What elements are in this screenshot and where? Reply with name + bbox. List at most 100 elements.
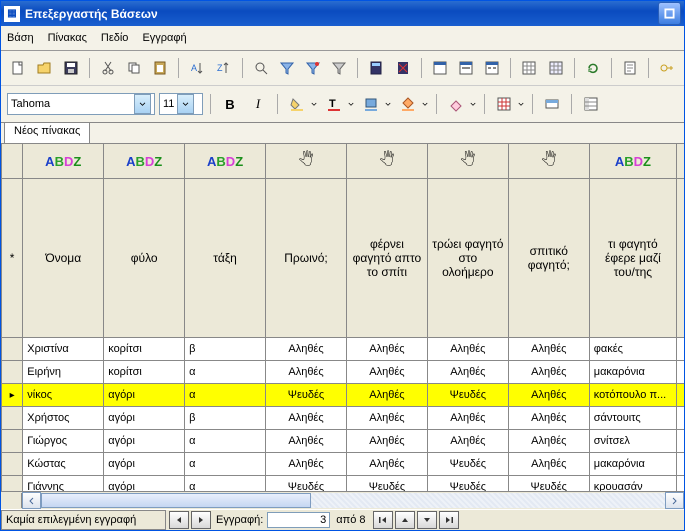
- cell[interactable]: Γιάννης: [23, 476, 104, 492]
- nav-first-button[interactable]: [373, 511, 393, 529]
- cell[interactable]: Αληθές: [508, 361, 589, 384]
- fillcolor-dropdown[interactable]: [311, 98, 318, 110]
- sort-desc-button[interactable]: Z: [212, 56, 234, 80]
- cell[interactable]: α: [185, 430, 266, 453]
- col-name-5[interactable]: τρώει φαγητό στο ολοήμερο: [427, 179, 508, 338]
- cell[interactable]: κρουασάν: [589, 476, 676, 492]
- cell[interactable]: μακαρόνια: [589, 453, 676, 476]
- key-button[interactable]: [656, 56, 678, 80]
- form3-button[interactable]: [481, 56, 503, 80]
- save-button[interactable]: [59, 56, 81, 80]
- open-button[interactable]: [33, 56, 55, 80]
- cell[interactable]: α: [185, 476, 266, 492]
- fillcolor-button[interactable]: [285, 92, 309, 116]
- cell[interactable]: Αληθές: [346, 430, 427, 453]
- menu-record[interactable]: Εγγραφή: [142, 32, 186, 44]
- font-combo[interactable]: Tahoma: [7, 93, 155, 115]
- cell[interactable]: Ψευδές: [266, 384, 347, 407]
- scroll-thumb[interactable]: [41, 493, 311, 508]
- col-type-4[interactable]: 🖑: [346, 144, 427, 179]
- cell[interactable]: σάντουιτς: [589, 407, 676, 430]
- paste-button[interactable]: [149, 56, 171, 80]
- textcolor-dropdown[interactable]: [348, 98, 355, 110]
- cell[interactable]: νίκος: [23, 384, 104, 407]
- cell[interactable]: αγόρι: [104, 407, 185, 430]
- nav-up-button[interactable]: [395, 511, 415, 529]
- cut-button[interactable]: [97, 56, 119, 80]
- cell[interactable]: κοτόπουλο π...: [589, 384, 676, 407]
- filter2-button[interactable]: [302, 56, 324, 80]
- menu-database[interactable]: Βάση: [7, 32, 34, 44]
- filter3-button[interactable]: [328, 56, 350, 80]
- cell[interactable]: Αληθές: [266, 430, 347, 453]
- eraser-dropdown[interactable]: [470, 98, 477, 110]
- textcolor-button[interactable]: T: [322, 92, 346, 116]
- form2-button[interactable]: [455, 56, 477, 80]
- fontsize-combo[interactable]: 11: [159, 93, 203, 115]
- italic-button[interactable]: I: [246, 92, 270, 116]
- bgcolor-dropdown[interactable]: [422, 98, 429, 110]
- row-header[interactable]: ▸: [2, 384, 23, 407]
- maximize-button[interactable]: [658, 2, 681, 25]
- cell[interactable]: σνίτσελ: [589, 430, 676, 453]
- nav-next-button[interactable]: [191, 511, 211, 529]
- col-name-0[interactable]: Όνομα: [23, 179, 104, 338]
- dropdown-icon[interactable]: [134, 94, 151, 114]
- row-header[interactable]: [2, 407, 23, 430]
- cell[interactable]: φακές: [589, 338, 676, 361]
- cell[interactable]: Ειρήνη: [23, 361, 104, 384]
- scroll-right-button[interactable]: [665, 492, 684, 509]
- copy-button[interactable]: [123, 56, 145, 80]
- cell[interactable]: Κώστας: [23, 453, 104, 476]
- cell[interactable]: α: [185, 384, 266, 407]
- bgcolor-button[interactable]: [396, 92, 420, 116]
- col-name-8[interactable]: φρούτο: [677, 179, 684, 338]
- cell[interactable]: Ψευδές: [677, 476, 684, 492]
- col-type-6[interactable]: 🖑: [508, 144, 589, 179]
- table-row[interactable]: ΧρήστοςαγόριβΑληθέςΑληθέςΑληθέςΑληθέςσάν…: [2, 407, 685, 430]
- remove-filter-button[interactable]: [392, 56, 414, 80]
- table-row[interactable]: ΕιρήνηκορίτσιαΑληθέςΑληθέςΑληθέςΑληθέςμα…: [2, 361, 685, 384]
- cell[interactable]: Χριστίνα: [23, 338, 104, 361]
- cell[interactable]: Αληθές: [346, 361, 427, 384]
- cell[interactable]: Αληθές: [508, 453, 589, 476]
- cell[interactable]: Αληθές: [508, 338, 589, 361]
- scroll-left-button[interactable]: [22, 492, 41, 509]
- table-row[interactable]: ΧριστίνακορίτσιβΑληθέςΑληθέςΑληθέςΑληθές…: [2, 338, 685, 361]
- highlight-dropdown[interactable]: [385, 98, 392, 110]
- refresh-button[interactable]: [582, 56, 604, 80]
- filter1-button[interactable]: [276, 56, 298, 80]
- cell[interactable]: Γιώργος: [23, 430, 104, 453]
- col-name-3[interactable]: Πρωινό;: [266, 179, 347, 338]
- cell[interactable]: αγόρι: [104, 476, 185, 492]
- cell[interactable]: Αληθές: [677, 338, 684, 361]
- new-button[interactable]: [7, 56, 29, 80]
- grid-button[interactable]: [518, 56, 540, 80]
- cell[interactable]: Αληθές: [266, 361, 347, 384]
- row-header[interactable]: [2, 338, 23, 361]
- eraser-button[interactable]: [444, 92, 468, 116]
- cell[interactable]: Ψευδές: [677, 384, 684, 407]
- table-row[interactable]: ΓιάννηςαγόριαΨευδέςΨευδέςΨευδέςΨευδέςκρο…: [2, 476, 685, 492]
- cell[interactable]: κορίτσι: [104, 361, 185, 384]
- cellprops-button[interactable]: [540, 92, 564, 116]
- table-row[interactable]: ΚώσταςαγόριαΑληθέςΑληθέςΨευδέςΑληθέςμακα…: [2, 453, 685, 476]
- cell[interactable]: β: [185, 338, 266, 361]
- cell[interactable]: Αληθές: [508, 430, 589, 453]
- nav-prev-button[interactable]: [169, 511, 189, 529]
- col-name-2[interactable]: τάξη: [185, 179, 266, 338]
- cell[interactable]: Αληθές: [346, 338, 427, 361]
- table-row[interactable]: ΓιώργοςαγόριαΑληθέςΑληθέςΑληθέςΑληθέςσνί…: [2, 430, 685, 453]
- cell[interactable]: Ψευδές: [508, 476, 589, 492]
- col-type-0[interactable]: ABDZ: [23, 144, 104, 179]
- nav-down-button[interactable]: [417, 511, 437, 529]
- cell[interactable]: αγόρι: [104, 453, 185, 476]
- find-button[interactable]: [250, 56, 272, 80]
- cell[interactable]: Αληθές: [508, 407, 589, 430]
- h-scrollbar[interactable]: [1, 491, 684, 509]
- cell[interactable]: Αληθές: [346, 407, 427, 430]
- cell[interactable]: Ψευδές: [427, 384, 508, 407]
- cell[interactable]: Αληθές: [427, 430, 508, 453]
- bold-button[interactable]: B: [218, 92, 242, 116]
- row-header[interactable]: [2, 453, 23, 476]
